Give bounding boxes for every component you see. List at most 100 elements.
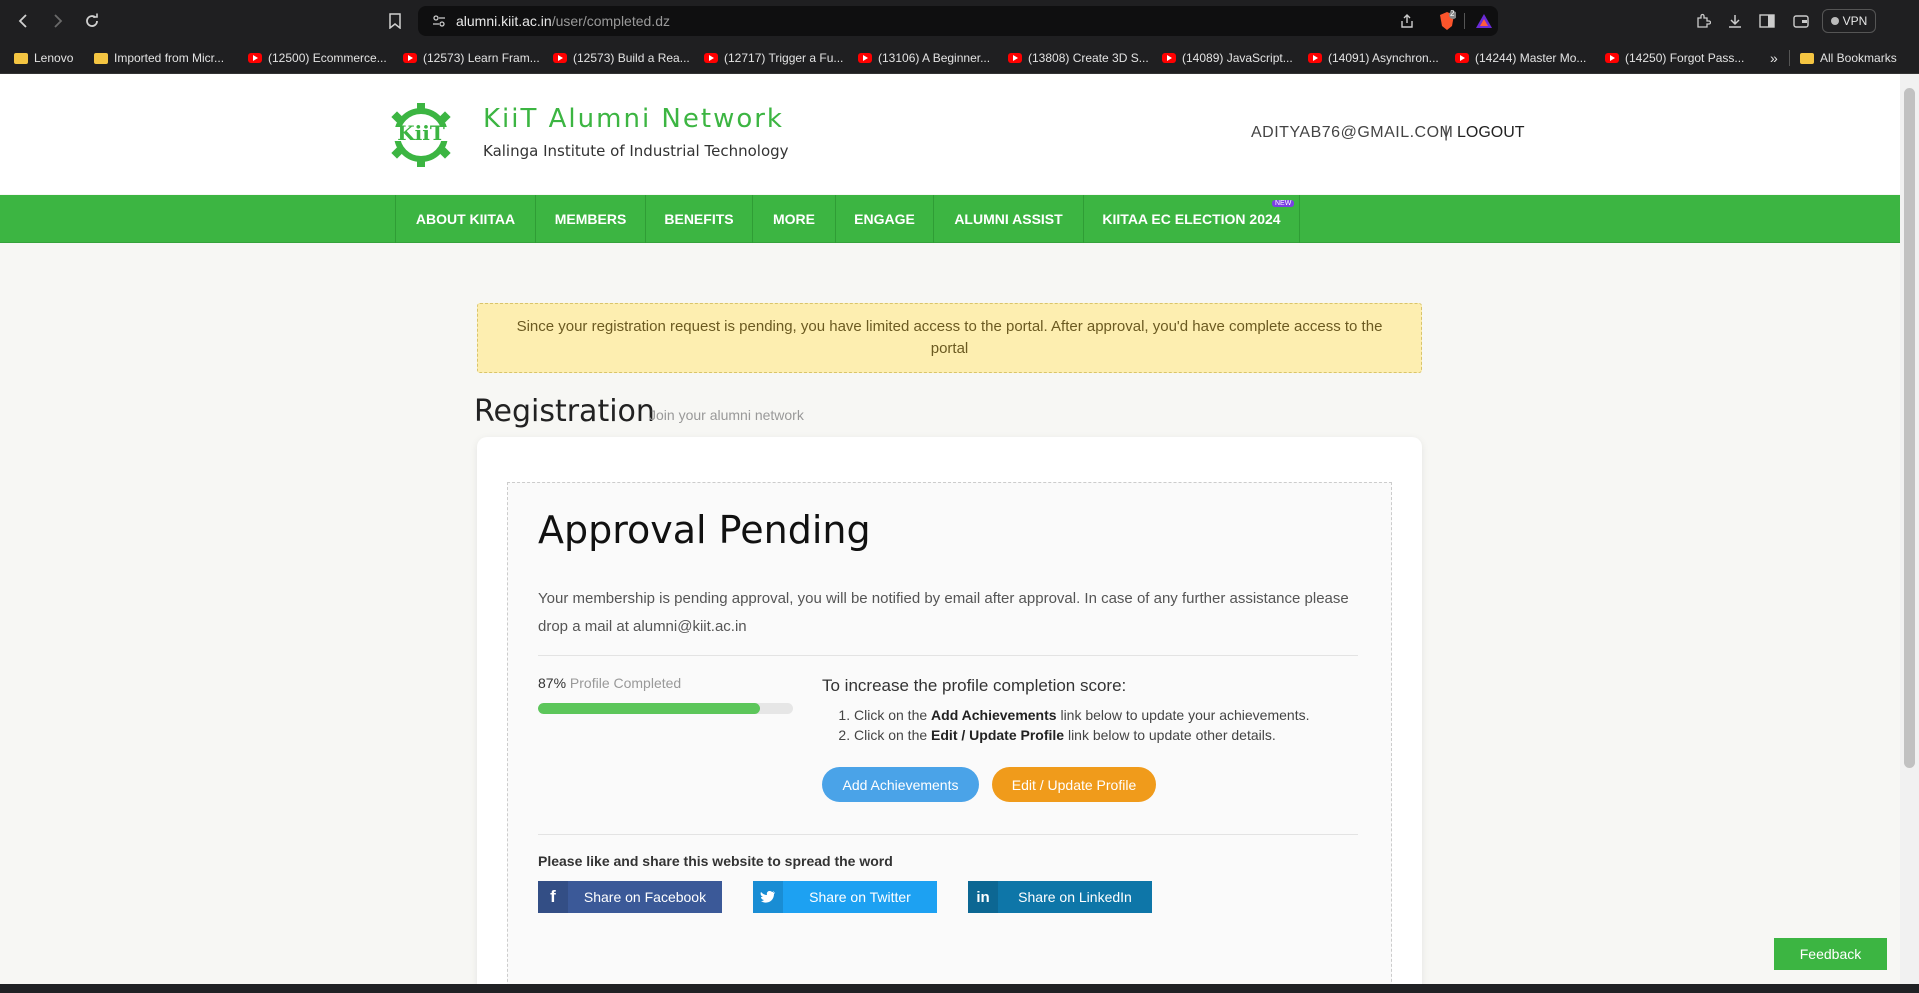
- bookmarks-bar: Lenovo Imported from Micr... (12500) Eco…: [0, 42, 1919, 74]
- step-text: link below to update other details.: [1064, 727, 1276, 743]
- increase-score-title: To increase the profile completion score…: [822, 676, 1127, 695]
- pending-alert: Since your registration request is pendi…: [477, 303, 1422, 373]
- step-bold: Add Achievements: [931, 707, 1057, 723]
- sidebar-icon[interactable]: [1756, 10, 1778, 32]
- reload-icon[interactable]: [80, 9, 104, 33]
- brave-shields-icon[interactable]: 2: [1436, 9, 1458, 32]
- new-badge: NEW: [1272, 200, 1295, 207]
- edit-profile-button[interactable]: Edit / Update Profile: [992, 767, 1156, 802]
- browser-toolbar: alumni.kiit.ac.in/user/completed.dz 2 VP…: [0, 0, 1919, 42]
- wallet-icon[interactable]: [1790, 10, 1812, 32]
- nav-about-kiitaa[interactable]: ABOUT KIITAA: [395, 195, 535, 243]
- omnibox-divider: [1464, 13, 1465, 29]
- increase-steps: Click on the Add Achievements link below…: [838, 705, 1310, 745]
- nav-engage[interactable]: ENGAGE: [835, 195, 933, 243]
- brand-name[interactable]: KiiT Alumni Network: [483, 104, 784, 134]
- page-viewport: KiiT KiiT Alumni Network Kalinga Institu…: [0, 74, 1900, 984]
- bookmark-label: (12717) Trigger a Fu...: [724, 51, 844, 65]
- bookmark-label: Lenovo: [34, 51, 74, 65]
- share-linkedin-label: Share on LinkedIn: [1018, 889, 1132, 905]
- approval-title: Approval Pending: [538, 508, 871, 552]
- bookmark-item[interactable]: (14091) Asynchron...: [1308, 48, 1439, 68]
- kiit-logo[interactable]: KiiT: [380, 99, 462, 169]
- address-bar[interactable]: alumni.kiit.ac.in/user/completed.dz 2: [418, 6, 1498, 36]
- bookmark-star-icon[interactable]: [384, 10, 406, 32]
- bookmarks-overflow-button[interactable]: »: [1770, 48, 1778, 68]
- user-email[interactable]: ADITYAB76@GMAIL.COM: [1251, 124, 1453, 142]
- all-bookmarks-button[interactable]: All Bookmarks: [1800, 48, 1897, 68]
- scrollbar-thumb[interactable]: [1904, 88, 1915, 768]
- share-icon[interactable]: [1396, 10, 1418, 32]
- nav-members[interactable]: MEMBERS: [535, 195, 645, 243]
- site-header: KiiT KiiT Alumni Network Kalinga Institu…: [0, 74, 1900, 194]
- bookmark-label: (12500) Ecommerce...: [268, 51, 387, 65]
- bookmark-label: (14091) Asynchron...: [1328, 51, 1439, 65]
- folder-icon: [14, 52, 28, 64]
- registration-card: Approval Pending Your membership is pend…: [477, 437, 1422, 984]
- youtube-icon: [1008, 53, 1022, 63]
- bookmark-item[interactable]: (13106) A Beginner...: [858, 48, 990, 68]
- forward-icon[interactable]: [45, 9, 69, 33]
- bookmark-label: Imported from Micr...: [114, 51, 225, 65]
- download-icon[interactable]: [1724, 10, 1746, 32]
- main-nav: ABOUT KIITAA MEMBERS BENEFITS MORE ENGAG…: [0, 195, 1900, 243]
- profile-percent: 87%: [538, 675, 567, 691]
- nav-benefits[interactable]: BENEFITS: [645, 195, 752, 243]
- youtube-icon: [403, 53, 417, 63]
- bookmark-label: (12573) Build a Rea...: [573, 51, 690, 65]
- approval-message: Your membership is pending approval, you…: [538, 590, 1349, 635]
- profile-percent-label: Profile Completed: [569, 675, 682, 691]
- vpn-button[interactable]: VPN: [1822, 9, 1876, 33]
- logo-text: KiiT: [397, 121, 445, 145]
- share-twitter-button[interactable]: Share on Twitter: [753, 881, 937, 913]
- bookmark-label: (14250) Forgot Pass...: [1625, 51, 1745, 65]
- bookmark-item[interactable]: (14250) Forgot Pass...: [1605, 48, 1744, 68]
- url-path: /user/completed.dz: [551, 13, 670, 29]
- profile-progress-bar: [538, 703, 793, 714]
- add-achievements-button[interactable]: Add Achievements: [822, 767, 979, 802]
- bookmark-item[interactable]: Lenovo: [14, 48, 73, 68]
- page-scrollbar[interactable]: [1900, 74, 1919, 984]
- youtube-icon: [1162, 53, 1176, 63]
- vpn-label: VPN: [1842, 14, 1868, 28]
- folder-icon: [94, 52, 108, 64]
- feedback-button[interactable]: Feedback: [1774, 938, 1887, 970]
- bookmark-item[interactable]: (14244) Master Mo...: [1455, 48, 1586, 68]
- bookmark-item[interactable]: (14089) JavaScript...: [1162, 48, 1293, 68]
- facebook-icon: f: [538, 881, 568, 913]
- share-linkedin-button[interactable]: in Share on LinkedIn: [968, 881, 1152, 913]
- bookmark-item[interactable]: (13808) Create 3D S...: [1008, 48, 1149, 68]
- logout-link[interactable]: LOGOUT: [1457, 124, 1525, 142]
- approval-panel: Approval Pending Your membership is pend…: [507, 482, 1392, 984]
- bookmark-item[interactable]: (12500) Ecommerce...: [248, 48, 387, 68]
- vpn-status-icon: [1830, 17, 1839, 25]
- step-item: Click on the Add Achievements link below…: [854, 705, 1310, 725]
- bookmark-item[interactable]: Imported from Micr...: [94, 48, 224, 68]
- bookmark-item[interactable]: (12717) Trigger a Fu...: [704, 48, 843, 68]
- bookmark-item[interactable]: (12573) Build a Rea...: [553, 48, 690, 68]
- youtube-icon: [553, 53, 567, 63]
- all-bookmarks-label: All Bookmarks: [1820, 51, 1897, 65]
- profile-progress-fill: [538, 703, 760, 714]
- bookmark-item[interactable]: (12573) Learn Fram...: [403, 48, 540, 68]
- share-facebook-button[interactable]: f Share on Facebook: [538, 881, 722, 913]
- nav-alumni-assist[interactable]: ALUMNI ASSIST: [933, 195, 1083, 243]
- youtube-icon: [704, 53, 718, 63]
- extensions-icon[interactable]: [1692, 10, 1714, 32]
- share-facebook-label: Share on Facebook: [583, 889, 707, 905]
- youtube-icon: [248, 53, 262, 63]
- nav-more[interactable]: MORE: [752, 195, 835, 243]
- bookmark-label: (14089) JavaScript...: [1182, 51, 1293, 65]
- registration-subtitle: Join your alumni network: [649, 407, 804, 423]
- profile-completion-text: 87% Profile Completed: [538, 675, 681, 691]
- back-icon[interactable]: [12, 9, 36, 33]
- youtube-icon: [858, 53, 872, 63]
- twitter-icon: [753, 881, 783, 913]
- nav-ec-election[interactable]: KIITAA EC ELECTION 2024: [1083, 195, 1300, 243]
- step-text: Click on the: [854, 727, 932, 743]
- bookmarks-divider: [1789, 50, 1790, 66]
- brave-rewards-icon[interactable]: [1473, 10, 1495, 32]
- site-settings-icon[interactable]: [428, 10, 450, 32]
- bookmark-label: (13808) Create 3D S...: [1028, 51, 1149, 65]
- bookmark-label: (13106) A Beginner...: [878, 51, 991, 65]
